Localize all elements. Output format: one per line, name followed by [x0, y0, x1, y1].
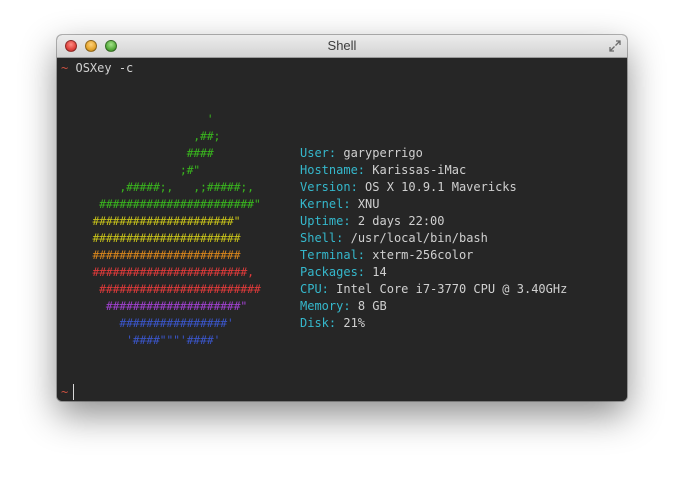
info-key: Packages: [300, 265, 366, 279]
info-row: Kernel: XNU [300, 196, 380, 213]
info-key: Shell: [300, 231, 344, 245]
terminal-content[interactable]: ~ OSXey -c ' ,##; #### ;#" ,#####;, ,;##… [57, 58, 627, 401]
info-key: Terminal: [300, 248, 366, 262]
info-row: Terminal: xterm-256color [300, 247, 473, 264]
info-value: 14 [372, 265, 387, 279]
info-value: xterm-256color [372, 248, 474, 262]
logo-line: ;#" [79, 163, 201, 177]
info-value: 8 GB [357, 299, 387, 313]
logo-line: '####"""'####' [79, 333, 221, 347]
info-value: XNU [357, 197, 380, 211]
info-row: Uptime: 2 days 22:00 [300, 213, 445, 230]
logo-line: #######################, [79, 265, 254, 279]
fullscreen-arrows-icon[interactable] [607, 38, 623, 54]
logo-line: ###################### [79, 248, 241, 262]
info-value: /usr/local/bin/bash [350, 231, 488, 245]
logo-line: ,##; [79, 129, 221, 143]
final-prompt-symbol: ~ [61, 385, 69, 399]
info-row: Memory: 8 GB [300, 298, 387, 315]
command-text: OSXey -c [75, 61, 134, 75]
info-value: Karissas-iMac [372, 163, 467, 177]
prompt-symbol: ~ [61, 61, 69, 75]
logo-line: #####################" [79, 214, 241, 228]
logo-line: ####################" [79, 299, 248, 313]
info-row: Version: OS X 10.9.1 Mavericks [300, 179, 517, 196]
command-line: ~ OSXey -c [61, 60, 133, 77]
info-key: User: [300, 146, 337, 160]
info-value: Intel Core i7-3770 CPU @ 3.40GHz [336, 282, 568, 296]
info-row: Shell: /usr/local/bin/bash [300, 230, 488, 247]
info-key: CPU: [300, 282, 329, 296]
logo-line: #### [79, 146, 214, 160]
text-cursor [73, 384, 74, 400]
window-title: Shell [327, 38, 357, 53]
info-row: CPU: Intel Core i7-3770 CPU @ 3.40GHz [300, 281, 567, 298]
terminal-window: Shell ~ OSXey -c ' ,##; #### ;#" ,#####;… [57, 35, 627, 401]
info-row: Hostname: Karissas-iMac [300, 162, 466, 179]
info-key: Version: [300, 180, 358, 194]
logo-line: ,#####;, ,;#####;, [79, 180, 254, 194]
info-key: Hostname: [300, 163, 366, 177]
final-prompt: ~ [61, 384, 68, 401]
title-bar[interactable]: Shell [57, 35, 627, 58]
info-key: Kernel: [300, 197, 351, 211]
logo-line: #######################" [79, 197, 261, 211]
info-value: garyperrigo [343, 146, 423, 160]
info-value: OS X 10.9.1 Mavericks [365, 180, 517, 194]
info-key: Memory: [300, 299, 351, 313]
info-value: 21% [343, 316, 366, 330]
info-row: User: garyperrigo [300, 145, 423, 162]
logo-line: ################' [79, 316, 234, 330]
info-key: Disk: [300, 316, 337, 330]
info-key: Uptime: [300, 214, 351, 228]
logo-line: ' [79, 112, 214, 126]
logo-line: ###################### [79, 231, 241, 245]
info-row: Packages: 14 [300, 264, 387, 281]
info-value: 2 days 22:00 [357, 214, 445, 228]
info-row: Disk: 21% [300, 315, 365, 332]
logo-line: ######################## [79, 282, 261, 296]
